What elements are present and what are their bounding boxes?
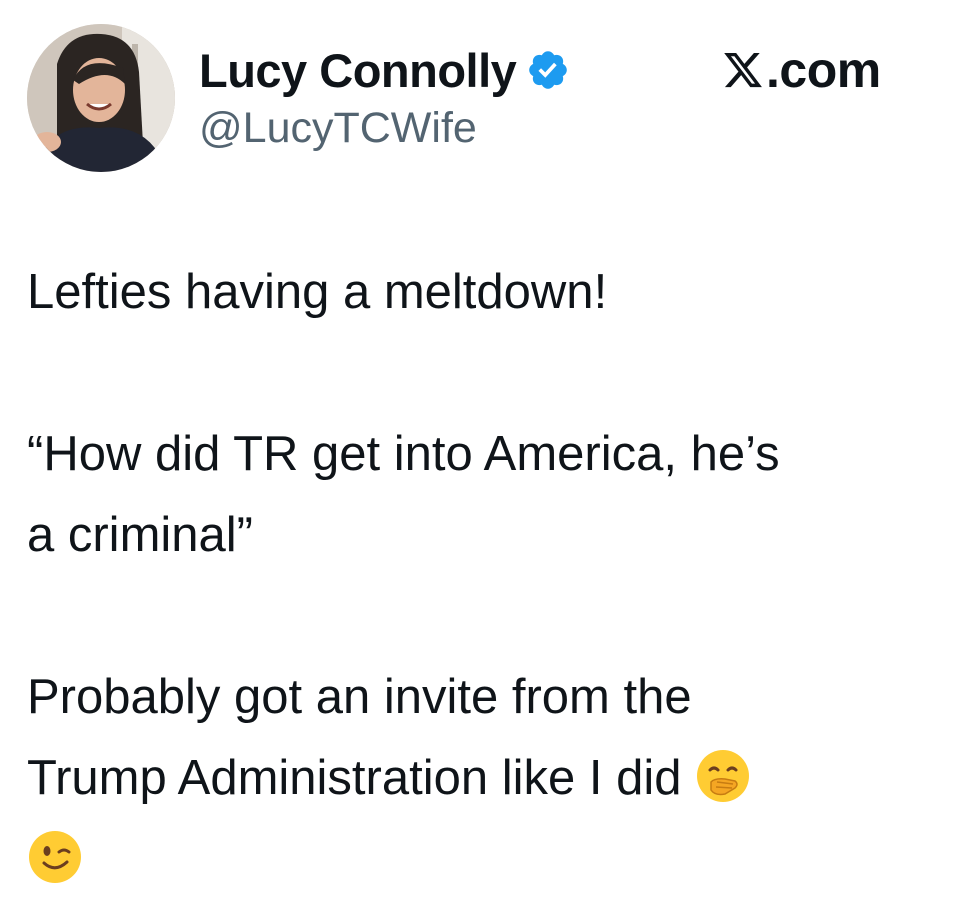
tweet-quote-line-2: a criminal” — [27, 508, 253, 562]
hand-over-mouth-emoji — [697, 750, 750, 802]
tweet-paragraph-3-line-2-text: Trump Administration like I did — [27, 751, 682, 805]
tweet-quote-line-1: “How did TR get into America, he’s — [27, 427, 780, 481]
display-name[interactable]: Lucy Connolly — [199, 43, 517, 98]
tweet-text: Lefties having a meltdown! “How did TR g… — [27, 252, 932, 900]
author-name-row: Lucy Connolly — [199, 42, 570, 98]
tweet-paragraph-1: Lefties having a meltdown! — [27, 265, 608, 319]
tweet-paragraph-3-line-1: Probably got an invite from the — [27, 670, 692, 724]
verified-badge-icon — [529, 51, 568, 89]
tweet-trailing-emoji-line — [27, 819, 932, 900]
author-handle[interactable]: @LucyTCWife — [199, 104, 477, 153]
tweet-paragraph-3-line-2: Trump Administration like I did — [27, 738, 932, 819]
x-logo-icon — [724, 52, 762, 88]
site-domain: .com — [766, 42, 881, 98]
tweet-header: Lucy Connolly @LucyTCWife .com — [27, 24, 927, 172]
site-label: .com — [722, 42, 881, 98]
avatar[interactable] — [27, 24, 175, 172]
